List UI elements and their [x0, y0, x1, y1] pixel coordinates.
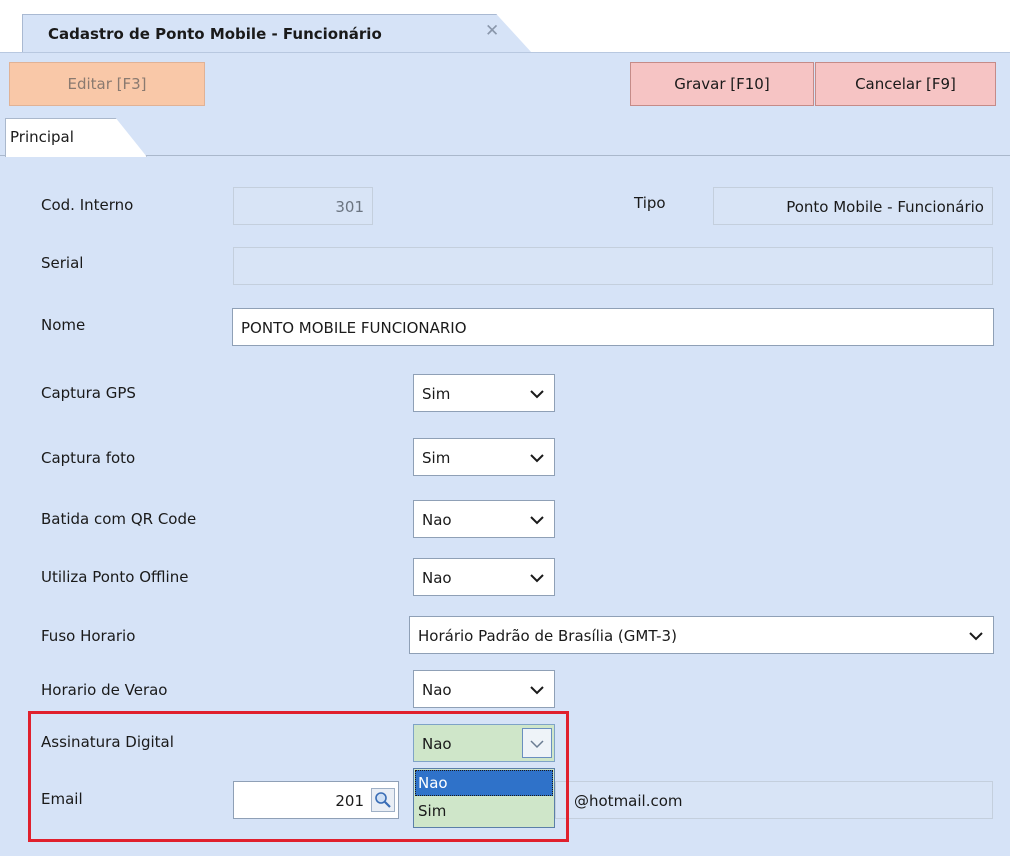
chevron-down-icon — [530, 671, 544, 709]
chevron-down-icon — [530, 501, 544, 539]
captura-gps-select[interactable]: Sim — [413, 374, 555, 412]
tipo-field: Ponto Mobile - Funcionário — [713, 187, 993, 225]
tab-principal-label: Principal — [10, 128, 74, 146]
captura-foto-label: Captura foto — [41, 449, 136, 467]
ponto-offline-value: Nao — [422, 569, 452, 587]
tab-title: Cadastro de Ponto Mobile - Funcionário — [48, 25, 382, 43]
chevron-down-icon — [530, 439, 544, 477]
cod-interno-label: Cod. Interno — [41, 196, 134, 214]
horario-verao-label: Horario de Verao — [41, 681, 168, 699]
batida-qr-select[interactable]: Nao — [413, 500, 555, 538]
serial-label: Serial — [41, 254, 84, 272]
ponto-offline-label: Utiliza Ponto Offline — [41, 568, 189, 586]
captura-foto-value: Sim — [422, 449, 451, 467]
horario-verao-select[interactable]: Nao — [413, 670, 555, 708]
cod-interno-field: 301 — [233, 187, 373, 225]
save-button[interactable]: Gravar [F10] — [630, 62, 814, 106]
tipo-label: Tipo — [634, 194, 666, 212]
chevron-down-icon — [530, 559, 544, 597]
batida-qr-label: Batida com QR Code — [41, 510, 197, 528]
close-icon[interactable]: ✕ — [485, 21, 499, 41]
cancel-button[interactable]: Cancelar [F9] — [815, 62, 996, 106]
captura-foto-select[interactable]: Sim — [413, 438, 555, 476]
nome-label: Nome — [41, 316, 86, 334]
horario-verao-value: Nao — [422, 681, 452, 699]
edit-button[interactable]: Editar [F3] — [9, 62, 205, 106]
chevron-down-icon — [969, 617, 983, 655]
ponto-offline-select[interactable]: Nao — [413, 558, 555, 596]
fuso-horario-select[interactable]: Horário Padrão de Brasília (GMT-3) — [409, 616, 994, 654]
fuso-horario-value: Horário Padrão de Brasília (GMT-3) — [418, 627, 677, 645]
captura-gps-label: Captura GPS — [41, 384, 136, 402]
email-address-field: @hotmail.com — [555, 781, 993, 819]
fuso-horario-label: Fuso Horario — [41, 627, 136, 645]
nome-input[interactable]: PONTO MOBILE FUNCIONARIO — [232, 308, 994, 346]
highlight-box — [28, 711, 569, 842]
captura-gps-value: Sim — [422, 385, 451, 403]
chevron-down-icon — [530, 375, 544, 413]
serial-field — [233, 247, 993, 285]
batida-qr-value: Nao — [422, 511, 452, 529]
